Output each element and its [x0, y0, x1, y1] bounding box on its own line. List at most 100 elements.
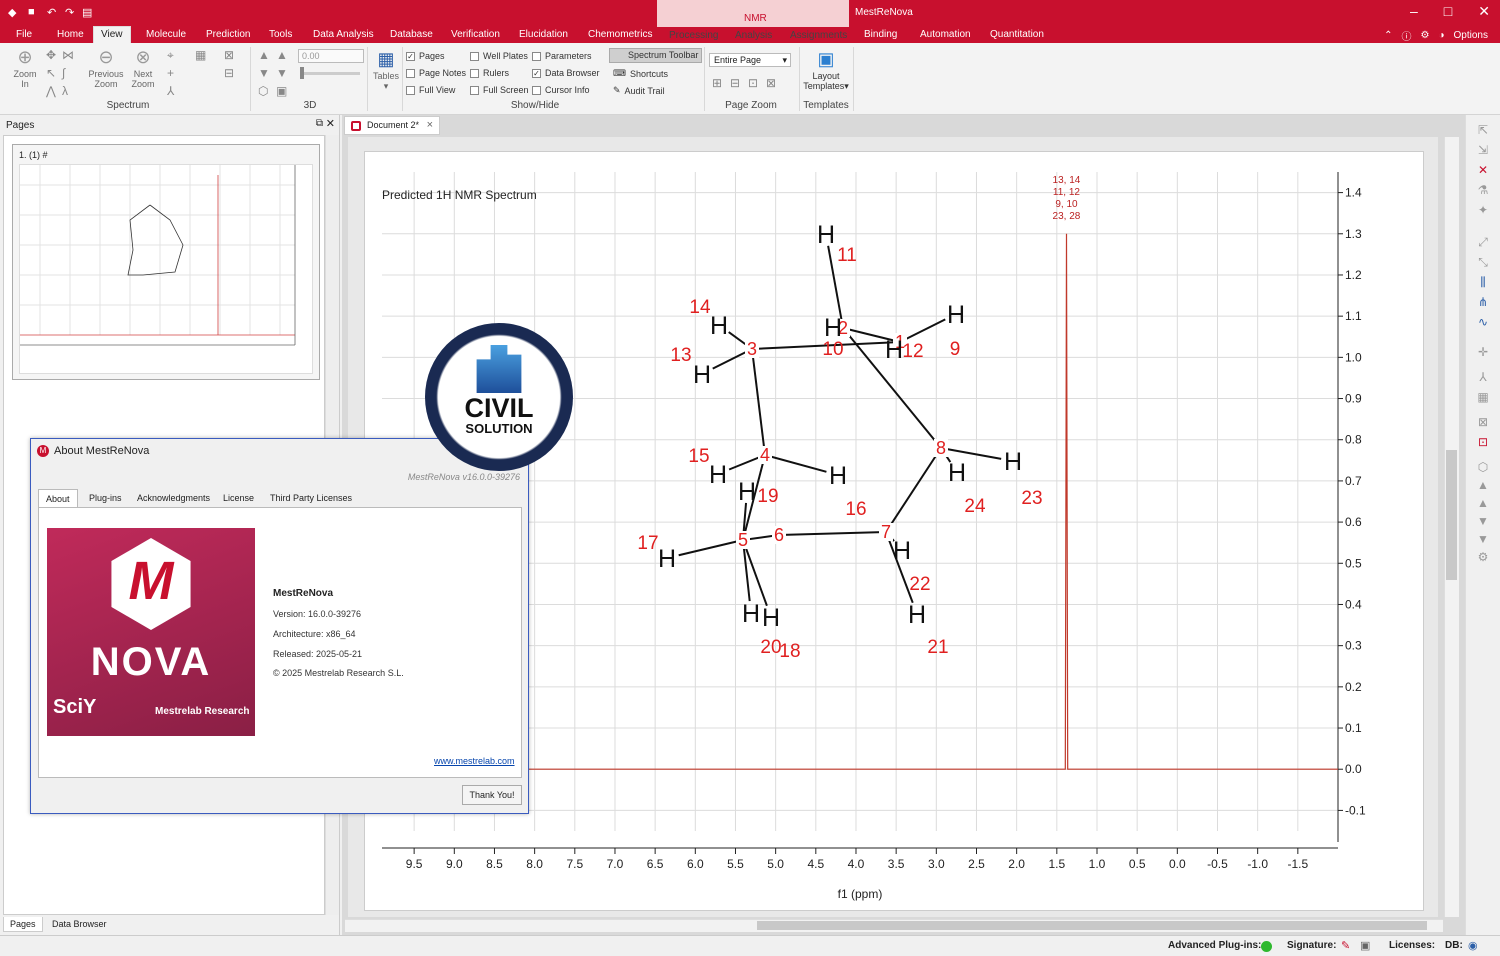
tab-data-browser[interactable]: Data Browser [46, 917, 113, 931]
plugins-status-indicator[interactable] [1261, 941, 1272, 952]
close-window-icon[interactable]: ✕ [1478, 3, 1490, 20]
page-thumbnail[interactable]: 1. (1) # [12, 144, 320, 380]
report-icon[interactable]: ⊡ [1475, 435, 1491, 449]
close-tab-icon[interactable]: × [427, 117, 433, 134]
audit-trail-button[interactable]: ✎ Audit Trail [613, 85, 665, 96]
tab-analysis[interactable]: Analysis [735, 30, 772, 41]
arrow-down-alt-icon[interactable]: ▼ [1475, 532, 1491, 546]
layout-templates-button[interactable]: ▣ Layout Templates▾ [802, 49, 850, 91]
fit-width-icon[interactable]: ⊞ [712, 77, 722, 89]
well-plates-checkbox[interactable]: Well Plates [470, 51, 528, 61]
tab-acknowledgments[interactable]: Acknowledgments [130, 489, 217, 507]
3d-slider-thumb[interactable] [300, 67, 304, 79]
tab-processing[interactable]: Processing [669, 30, 718, 41]
document-tab[interactable]: Document 2* × [344, 116, 440, 135]
multiplet-icon[interactable]: ⋀ [46, 85, 56, 97]
tab-prediction[interactable]: Prediction [206, 29, 250, 40]
pages-checkbox[interactable]: ✓ Pages [406, 51, 445, 61]
peaks-icon[interactable]: ⫼ [1475, 275, 1491, 289]
arrow-up-icon[interactable]: ▲ [1475, 478, 1491, 492]
tab-tools[interactable]: Tools [269, 29, 292, 40]
previous-zoom-button[interactable]: ⊖ Previous Zoom [86, 47, 126, 89]
cube-icon[interactable]: ⬡ [258, 85, 268, 97]
layout-icon[interactable]: ⊠ [1475, 415, 1491, 429]
options-menu[interactable]: Options [1454, 30, 1488, 41]
tab-license[interactable]: License [216, 489, 261, 507]
horizontal-scrollbar-thumb[interactable] [757, 921, 1427, 930]
full-view-checkbox[interactable]: Full View [406, 85, 455, 95]
tab-elucidation[interactable]: Elucidation [519, 29, 568, 40]
next-zoom-button[interactable]: ⊗ Next Zoom [126, 47, 160, 89]
signature-icon[interactable]: ✎ [1341, 939, 1350, 952]
actual-size-icon[interactable]: ⊠ [766, 77, 776, 89]
certificate-icon[interactable]: ▣ [1360, 939, 1370, 952]
tab-molecule[interactable]: Molecule [146, 29, 186, 40]
redo-icon[interactable]: ↷ [65, 6, 74, 19]
tool-icon[interactable]: ⇲ [1475, 143, 1491, 157]
settings-icon[interactable]: ⚙ [1421, 30, 1430, 41]
tool-icon[interactable]: ✦ [1475, 203, 1491, 217]
tab-assignments[interactable]: Assignments [790, 30, 847, 41]
undo-icon[interactable]: ↶ [47, 6, 56, 19]
database-icon[interactable]: ◉ [1468, 939, 1478, 952]
tab-file[interactable]: File [16, 29, 32, 40]
cursor-icon[interactable]: ↖ [46, 67, 56, 79]
cursor-info-checkbox[interactable]: Cursor Info [532, 85, 590, 95]
tool-icon[interactable]: ⚗ [1475, 183, 1491, 197]
integral-icon[interactable]: ∫ [62, 67, 65, 79]
stack-icon[interactable]: ⊟ [224, 67, 234, 79]
full-screen-checkbox[interactable]: Full Screen [470, 85, 529, 95]
rotate-up-icon[interactable]: ▲ [258, 49, 270, 61]
close-panel-icon[interactable]: ✕ [326, 117, 335, 130]
label-icon[interactable]: λ [62, 85, 68, 97]
arrow-down-icon[interactable]: ▼ [1475, 514, 1491, 528]
axis-icon[interactable]: ⅄ [1475, 370, 1491, 384]
tool-icon[interactable]: ✕ [1475, 163, 1491, 177]
tab-automation[interactable]: Automation [920, 29, 971, 40]
crosshair-icon[interactable]: ✛ [1475, 345, 1491, 359]
save-icon[interactable]: ■ [28, 6, 35, 18]
website-link[interactable]: www.mestrelab.com [434, 756, 515, 766]
view-3d-icon[interactable]: ▣ [276, 85, 287, 97]
zoom-in-button[interactable]: ⊕ Zoom In [8, 47, 42, 89]
3d-angle-input[interactable]: 0.00 [298, 49, 364, 63]
maximize-icon[interactable]: □ [1444, 3, 1452, 20]
spectrum-toolbar-button[interactable]: Spectrum Toolbar [609, 48, 702, 63]
tab-data-analysis[interactable]: Data Analysis [313, 29, 374, 40]
page-zoom-select[interactable]: Entire Page ▾ [709, 53, 791, 67]
parameters-checkbox[interactable]: Parameters [532, 51, 592, 61]
tab-binding[interactable]: Binding [864, 29, 897, 40]
style-icon[interactable]: ◑ [1438, 30, 1444, 41]
tool-icon[interactable]: ⇱ [1475, 123, 1491, 137]
multiplet-icon[interactable]: ⋔ [1475, 295, 1491, 309]
tab-chemometrics[interactable]: Chemometrics [588, 29, 652, 40]
fit-icon[interactable]: ∿ [1475, 315, 1491, 329]
rotate-down-alt-icon[interactable]: ▼ [276, 67, 288, 79]
axis-icon[interactable]: ⅄ [167, 85, 174, 97]
app-menu-icon[interactable]: ◆ [8, 6, 16, 19]
tab-about[interactable]: About [38, 489, 78, 507]
undock-icon[interactable]: ⧉ [316, 118, 323, 129]
tables-button[interactable]: ▦ Tables ▾ [370, 49, 402, 91]
fit-page-icon[interactable]: ⊡ [748, 77, 758, 89]
tab-verification[interactable]: Verification [451, 29, 500, 40]
cube-icon[interactable]: ⬡ [1475, 460, 1491, 474]
page-notes-checkbox[interactable]: Page Notes [406, 68, 466, 78]
print-icon[interactable]: ▤ [82, 6, 92, 19]
shortcuts-button[interactable]: ⌨ Shortcuts [613, 68, 668, 79]
fit-height-icon[interactable]: ⊟ [730, 77, 740, 89]
minimize-icon[interactable]: – [1410, 3, 1418, 20]
rulers-checkbox[interactable]: Rulers [470, 68, 509, 78]
rotate-up-alt-icon[interactable]: ▲ [276, 49, 288, 61]
tab-pages[interactable]: Pages [3, 917, 43, 932]
thank-you-button[interactable]: Thank You! [462, 785, 522, 805]
crosshair-icon[interactable]: + [167, 67, 174, 79]
rotate-down-icon[interactable]: ▼ [258, 67, 270, 79]
tool-icon[interactable]: ⤢ [1475, 235, 1491, 249]
peak-pick-icon[interactable]: ⋈ [62, 49, 74, 61]
pan-icon[interactable]: ✥ [46, 49, 56, 61]
data-browser-checkbox[interactable]: ✓ Data Browser [532, 68, 600, 78]
tab-database[interactable]: Database [390, 29, 433, 40]
arrow-up-alt-icon[interactable]: ▲ [1475, 496, 1491, 510]
tool-icon[interactable]: ⤡ [1475, 255, 1491, 269]
